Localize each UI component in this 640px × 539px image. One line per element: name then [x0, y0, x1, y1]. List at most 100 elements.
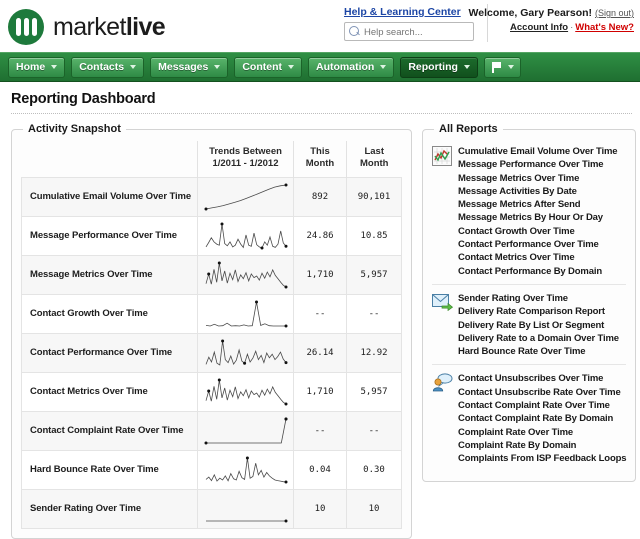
report-link[interactable]: Sender Rating Over Time: [458, 292, 626, 305]
report-link[interactable]: Contact Complaint Rate Over Time: [458, 399, 626, 412]
trend-sparkline-cell: [197, 215, 294, 256]
brand-wordmark-light: market: [53, 12, 126, 41]
column-header-last-month: Last Month: [346, 141, 402, 178]
report-group: Sender Rating Over Time Delivery Rate Com…: [432, 283, 627, 364]
trend-sparkline-cell: [197, 449, 294, 490]
trend-sparkline-cell: [197, 410, 294, 451]
activity-snapshot-legend: Activity Snapshot: [28, 123, 121, 135]
nav-item-home-label: Home: [16, 61, 46, 73]
last-month-value: 5,957: [346, 371, 402, 412]
table-row[interactable]: Contact Performance Over Time 26.14 12.92: [21, 332, 402, 373]
report-link[interactable]: Delivery Rate By List Or Segment: [458, 319, 626, 332]
report-link[interactable]: Contact Complaint Rate By Domain: [458, 412, 626, 425]
report-link[interactable]: Contact Growth Over Time: [458, 225, 626, 238]
help-search-box[interactable]: [344, 22, 474, 42]
chevron-down-icon: [380, 65, 387, 69]
this-month-value: --: [293, 293, 347, 334]
chart-report-icon: [432, 145, 458, 171]
last-month-value: --: [346, 293, 402, 334]
report-link[interactable]: Message Metrics Over Time: [458, 172, 626, 185]
nav-item-content-label: Content: [242, 61, 282, 73]
marketlive-circle-logo-icon: [8, 9, 44, 45]
brand-wordmark-bold: live: [125, 12, 166, 41]
welcome-text: Welcome, Gary Pearson!: [468, 7, 593, 19]
report-link-list: Cumulative Email Volume Over Time Message…: [458, 145, 626, 278]
chevron-down-icon: [130, 65, 137, 69]
table-row[interactable]: Contact Growth Over Time -- --: [21, 293, 402, 334]
chevron-down-icon: [288, 65, 294, 69]
chevron-down-icon: [507, 65, 514, 69]
chevron-down-icon: [463, 65, 470, 69]
trend-sparkline-cell: [197, 254, 294, 295]
report-link[interactable]: Message Metrics By Hour Or Day: [458, 211, 626, 224]
trend-sparkline-cell: [197, 176, 294, 217]
table-row[interactable]: Contact Complaint Rate Over Time -- --: [21, 410, 402, 451]
this-month-value: 1,710: [293, 254, 347, 295]
report-link-list: Contact Unsubscribes Over Time Contact Un…: [458, 372, 627, 465]
table-row[interactable]: Message Metrics Over Time 1,710 5,957: [21, 254, 402, 295]
table-row[interactable]: Contact Metrics Over Time 1,710 5,957: [21, 371, 402, 412]
this-month-value: 892: [293, 176, 347, 217]
report-link[interactable]: Message Activities By Date: [458, 185, 626, 198]
report-link[interactable]: Contact Performance Over Time: [458, 238, 626, 251]
report-link[interactable]: Complaint Rate By Domain: [458, 439, 626, 452]
brand-wordmark: marketlive: [53, 12, 166, 42]
sign-out-link[interactable]: (Sign out): [595, 8, 634, 18]
table-row[interactable]: Hard Bounce Rate Over Time 0.04 0.30: [21, 449, 402, 490]
nav-item-contacts-label: Contacts: [79, 61, 125, 73]
all-reports-groups: Cumulative Email Volume Over Time Message…: [432, 141, 627, 472]
brand-logo[interactable]: marketlive: [8, 9, 166, 45]
report-name-cell: Contact Complaint Rate Over Time: [21, 410, 198, 451]
nav-item-automation[interactable]: Automation: [308, 56, 395, 78]
report-link[interactable]: Contact Metrics Over Time: [458, 251, 626, 264]
activity-snapshot-table: Trends Between 1/2011 - 1/2012 This Mont…: [21, 141, 402, 529]
nav-item-content[interactable]: Content: [234, 56, 302, 78]
this-month-value: --: [293, 410, 347, 451]
account-info-link[interactable]: Account Info: [510, 22, 568, 33]
nav-item-reporting[interactable]: Reporting: [400, 56, 478, 78]
last-month-value: 10.85: [346, 215, 402, 256]
report-link[interactable]: Message Performance Over Time: [458, 158, 626, 171]
help-learning-center-link[interactable]: Help & Learning Center: [344, 6, 484, 18]
this-month-value: 26.14: [293, 332, 347, 373]
nav-item-flag[interactable]: [483, 56, 521, 78]
report-link[interactable]: Contact Unsubscribe Rate Over Time: [458, 386, 626, 399]
welcome-message: Welcome, Gary Pearson! (Sign out): [469, 7, 634, 19]
table-row[interactable]: Sender Rating Over Time 10 10: [21, 488, 402, 529]
report-link[interactable]: Contact Unsubscribes Over Time: [458, 372, 626, 385]
table-row[interactable]: Message Performance Over Time 24.86 10.85: [21, 215, 402, 256]
user-block: Welcome, Gary Pearson! (Sign out) Accoun…: [469, 7, 634, 33]
report-link[interactable]: Cumulative Email Volume Over Time: [458, 145, 626, 158]
last-month-value: 10: [346, 488, 402, 529]
column-header-trends: Trends Between 1/2011 - 1/2012: [197, 141, 294, 178]
column-header-trends-line2: 1/2011 - 1/2012: [212, 157, 279, 169]
whats-new-link[interactable]: What's New?: [575, 22, 634, 33]
report-link[interactable]: Message Metrics After Send: [458, 198, 626, 211]
nav-item-contacts[interactable]: Contacts: [71, 56, 145, 78]
last-month-value: 90,101: [346, 176, 402, 217]
nav-item-messages[interactable]: Messages: [150, 56, 229, 78]
help-block: Help & Learning Center: [344, 6, 484, 42]
table-row[interactable]: Cumulative Email Volume Over Time 892 90,1…: [21, 176, 402, 217]
search-icon: [349, 26, 359, 36]
help-search-input[interactable]: [362, 23, 470, 42]
report-link[interactable]: Complaints From ISP Feedback Loops: [458, 452, 627, 465]
report-name-cell: Message Performance Over Time: [21, 215, 198, 256]
report-link[interactable]: Delivery Rate Comparison Report: [458, 305, 626, 318]
report-name-cell: Sender Rating Over Time: [21, 488, 198, 529]
envelope-send-icon: [432, 292, 458, 316]
top-header: marketlive Help & Learning Center Welcom…: [0, 0, 640, 52]
report-link[interactable]: Complaint Rate Over Time: [458, 426, 626, 439]
activity-snapshot-panel: Activity Snapshot Trends Between 1/2011 …: [11, 123, 412, 539]
report-link[interactable]: Hard Bounce Rate Over Time: [458, 345, 626, 358]
report-link[interactable]: Contact Performance By Domain: [458, 265, 626, 278]
dashboard-content: Activity Snapshot Trends Between 1/2011 …: [0, 114, 640, 539]
chevron-down-icon: [214, 65, 221, 69]
report-name-cell: Contact Growth Over Time: [21, 293, 198, 334]
trend-sparkline-cell: [197, 371, 294, 412]
this-month-value: 10: [293, 488, 347, 529]
trend-sparkline-cell: [197, 293, 294, 334]
nav-item-home[interactable]: Home: [8, 56, 66, 78]
report-link[interactable]: Delivery Rate to a Domain Over Time: [458, 332, 626, 345]
flag-icon: [491, 61, 502, 73]
